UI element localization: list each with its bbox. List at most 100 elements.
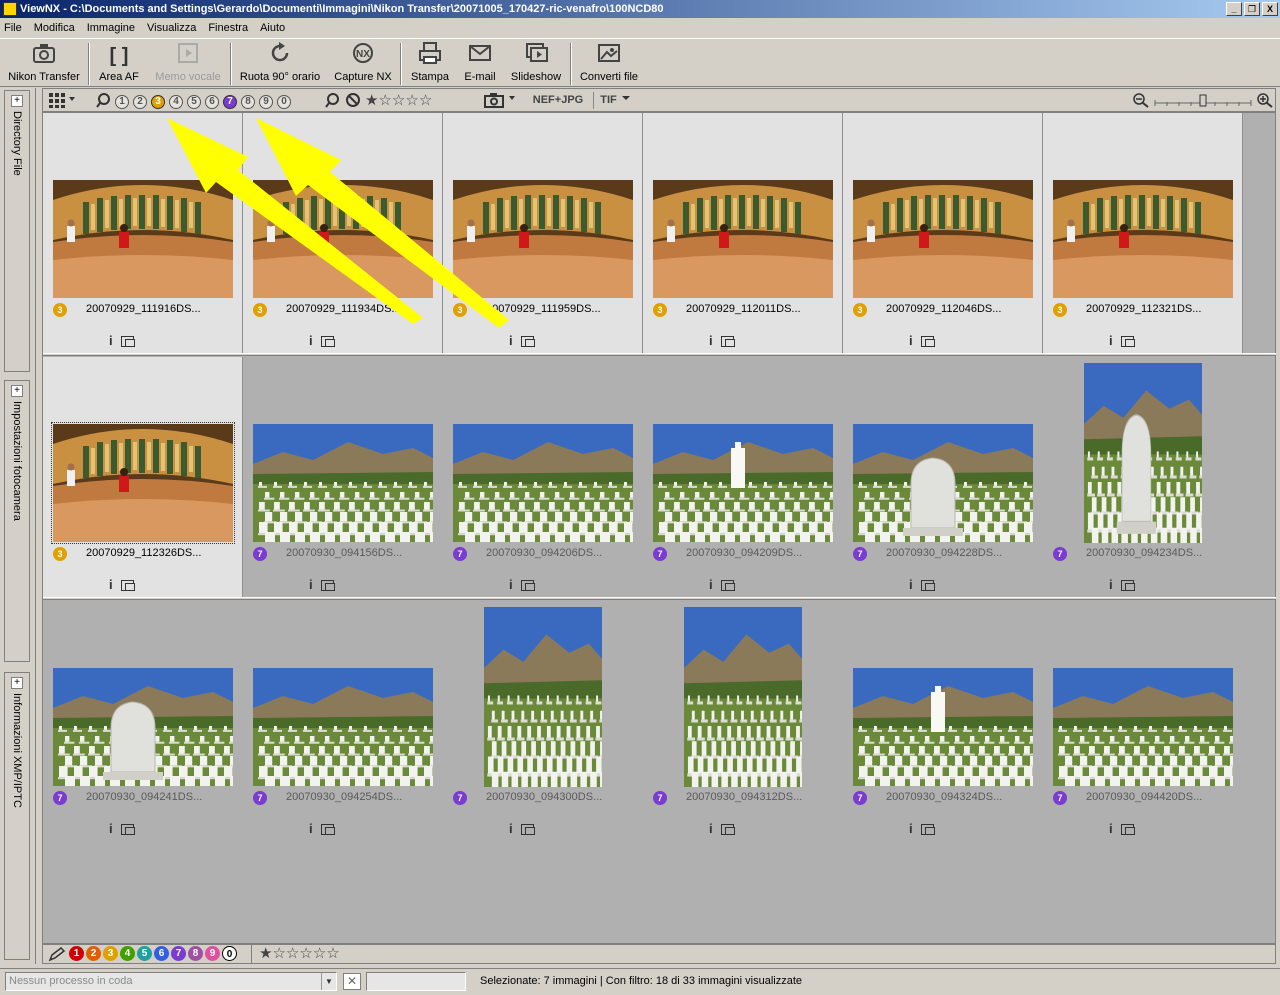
star-icon[interactable]: ☆	[326, 945, 339, 962]
menu-finestra[interactable]: Finestra	[208, 19, 248, 37]
star-icon[interactable]: ☆	[272, 945, 285, 962]
expand-icon[interactable]: +	[11, 385, 23, 397]
nikon-transfer-button[interactable]: Nikon Transfer	[6, 41, 82, 87]
compare-icon[interactable]	[1121, 580, 1135, 591]
label-assign-9[interactable]: 9	[205, 946, 220, 961]
label-filter-2[interactable]: 2	[133, 95, 147, 109]
thumbnail-cell[interactable]: 7 20070930_094156DS... i	[243, 357, 443, 597]
star-icon[interactable]: ☆	[313, 945, 326, 962]
info-icon[interactable]: i	[109, 333, 113, 348]
compare-icon[interactable]	[921, 580, 935, 591]
label-assign-6[interactable]: 6	[154, 946, 169, 961]
star-icon[interactable]: ★	[259, 945, 272, 962]
slideshow-button[interactable]: Slideshow	[508, 41, 564, 87]
star-icon[interactable]: ☆	[378, 92, 391, 109]
compare-icon[interactable]	[121, 336, 135, 347]
rating-filter-icon[interactable]	[325, 92, 363, 109]
chevron-down-icon[interactable]	[621, 92, 631, 109]
label-filter-0[interactable]: 0	[277, 95, 291, 109]
info-icon[interactable]: i	[909, 333, 913, 348]
expand-icon[interactable]: +	[11, 677, 23, 689]
format-filter-tif[interactable]: TIF	[593, 92, 623, 109]
thumbnail-cell[interactable]: 3 20070929_111934DS... i	[243, 113, 443, 353]
thumbnail-image[interactable]	[253, 424, 433, 542]
compare-icon[interactable]	[321, 824, 335, 835]
thumbnail-image[interactable]	[684, 607, 802, 787]
rating-assign-group[interactable]: ★☆☆☆☆☆	[259, 944, 340, 962]
info-icon[interactable]: i	[909, 577, 913, 592]
process-queue-field[interactable]: Nessun processo in coda ▼	[5, 972, 337, 991]
info-icon[interactable]: i	[1109, 333, 1113, 348]
thumbnail-image[interactable]	[653, 424, 833, 542]
thumbnail-image[interactable]	[484, 607, 602, 787]
thumbnail-image[interactable]	[51, 422, 235, 544]
thumbnail-image[interactable]	[1053, 180, 1233, 298]
star-icon[interactable]: ☆	[405, 92, 418, 109]
info-icon[interactable]: i	[1109, 821, 1113, 836]
thumbnail-image[interactable]	[53, 668, 233, 786]
info-icon[interactable]: i	[309, 333, 313, 348]
menu-file[interactable]: File	[4, 19, 22, 37]
thumbnail-cell[interactable]: 3 20070929_112011DS... i	[643, 113, 843, 353]
compare-icon[interactable]	[121, 824, 135, 835]
expand-icon[interactable]: +	[11, 95, 23, 107]
thumbnail-cell[interactable]: 3 20070929_111916DS... i	[43, 113, 243, 353]
star-icon[interactable]: ☆	[392, 92, 405, 109]
compare-icon[interactable]	[721, 336, 735, 347]
label-assign-8[interactable]: 8	[188, 946, 203, 961]
label-filter-1[interactable]: 1	[115, 95, 129, 109]
thumbnail-cell[interactable]: 7 20070930_094324DS... i	[843, 601, 1043, 841]
label-filter-3[interactable]: 3	[151, 95, 165, 109]
chevron-down-icon[interactable]: ▼	[321, 973, 336, 990]
label-filter-7[interactable]: 7	[223, 95, 237, 109]
thumbnail-cell[interactable]: 7 20070930_094206DS... i	[443, 357, 643, 597]
info-icon[interactable]: i	[709, 821, 713, 836]
label-assign-0[interactable]: 0	[222, 946, 237, 961]
info-icon[interactable]: i	[709, 333, 713, 348]
thumbnail-cell[interactable]: 7 20070930_094254DS... i	[243, 601, 443, 841]
close-button[interactable]: X	[1262, 2, 1278, 16]
thumbnail-cell[interactable]: 7 20070930_094209DS... i	[643, 357, 843, 597]
compare-icon[interactable]	[521, 824, 535, 835]
info-icon[interactable]: i	[109, 577, 113, 592]
compare-icon[interactable]	[1121, 336, 1135, 347]
thumbnail-image[interactable]	[453, 180, 633, 298]
star-filter-group[interactable]: ★☆☆☆☆	[365, 92, 465, 109]
label-assign-5[interactable]: 5	[137, 946, 152, 961]
menu-immagine[interactable]: Immagine	[87, 19, 135, 37]
compare-icon[interactable]	[521, 580, 535, 591]
info-icon[interactable]: i	[1109, 577, 1113, 592]
label-filter-4[interactable]: 4	[169, 95, 183, 109]
star-icon[interactable]: ☆	[419, 92, 432, 109]
label-filter-8[interactable]: 8	[241, 95, 255, 109]
thumbnail-cell[interactable]: 3 20070929_112326DS... i	[43, 357, 243, 597]
thumbnail-cell[interactable]: 7 20070930_094241DS... i	[43, 601, 243, 841]
label-assign-3[interactable]: 3	[103, 946, 118, 961]
thumbnail-image[interactable]	[453, 424, 633, 542]
email-button[interactable]: E-mail	[460, 41, 500, 87]
stampa-button[interactable]: Stampa	[408, 41, 452, 87]
compare-icon[interactable]	[521, 336, 535, 347]
thumbnail-cell[interactable]: 3 20070929_112046DS... i	[843, 113, 1043, 353]
minimize-button[interactable]: _	[1226, 2, 1242, 16]
thumbnail-image[interactable]	[853, 668, 1033, 786]
converti-file-button[interactable]: Converti file	[578, 41, 640, 87]
thumbnail-image[interactable]	[53, 180, 233, 298]
label-filter-9[interactable]: 9	[259, 95, 273, 109]
compare-icon[interactable]	[921, 336, 935, 347]
area-af-button[interactable]: [ ] Area AF	[96, 41, 142, 87]
thumbnail-image[interactable]	[853, 180, 1033, 298]
label-filter-5[interactable]: 5	[187, 95, 201, 109]
pencil-icon[interactable]	[47, 946, 67, 965]
info-icon[interactable]: i	[109, 821, 113, 836]
info-icon[interactable]: i	[509, 577, 513, 592]
thumbnail-cell[interactable]: 7 20070930_094234DS... i	[1043, 357, 1243, 597]
rotate-button[interactable]: Ruota 90° orario	[238, 41, 322, 87]
info-icon[interactable]: i	[309, 821, 313, 836]
tab-directory-file[interactable]: + Directory File	[4, 90, 30, 372]
label-assign-7[interactable]: 7	[171, 946, 186, 961]
restore-button[interactable]: ❐	[1244, 2, 1260, 16]
compare-icon[interactable]	[321, 336, 335, 347]
format-filter-nef-jpg[interactable]: NEF+JPG	[529, 92, 587, 109]
thumbnail-cell[interactable]: 7 20070930_094420DS... i	[1043, 601, 1243, 841]
